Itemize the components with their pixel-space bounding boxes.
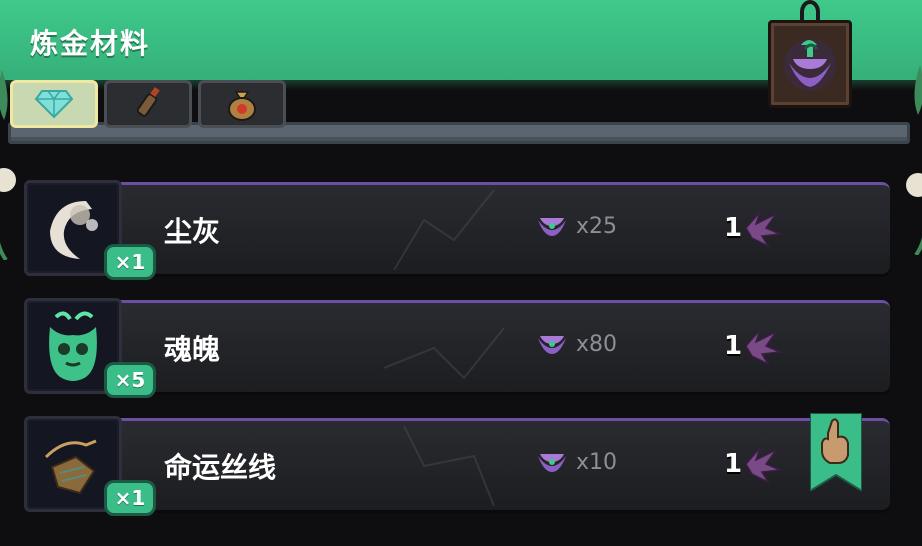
tab-vials[interactable]	[104, 80, 192, 128]
item-name: 命运丝线	[164, 451, 277, 484]
fate-thread-icon	[44, 439, 97, 495]
price-text: x25	[576, 214, 618, 239]
crack-decoration	[393, 190, 495, 270]
price: x10	[536, 450, 617, 475]
money-bag-icon	[228, 91, 256, 121]
thorn-icon	[745, 329, 784, 366]
owned-count: 1	[724, 208, 784, 248]
page-title: 炼金材料	[30, 27, 151, 60]
tab-money[interactable]	[198, 80, 286, 128]
price-text: x80	[576, 332, 618, 357]
pointer-bookmark-icon[interactable]	[810, 413, 862, 491]
soul-icon	[49, 311, 97, 381]
item-name: 魂魄	[164, 333, 221, 366]
dust-icon	[50, 201, 98, 259]
currency-pouch-icon	[538, 453, 566, 472]
owned-count: 1	[724, 444, 784, 484]
currency-pouch-icon	[784, 39, 836, 91]
quantity-badge: ×5	[104, 362, 156, 398]
currency-pouch-icon	[538, 335, 566, 354]
quantity-badge: ×1	[104, 480, 156, 516]
owned-number: 1	[724, 331, 743, 361]
price: x25	[536, 214, 617, 239]
leaf-decoration-right-icon	[906, 65, 922, 255]
crack-decoration	[403, 426, 495, 506]
shop-frame	[768, 20, 852, 108]
tab-gems[interactable]	[10, 80, 98, 128]
owned-count: 1	[724, 326, 784, 366]
item-name: 尘灰	[164, 215, 221, 248]
thorn-icon	[745, 211, 784, 248]
list-item[interactable]: ×1 命运丝线 x10 1	[24, 416, 890, 516]
list-item[interactable]: ×1 尘灰 x25 1	[24, 180, 890, 280]
gem-icon	[34, 90, 74, 119]
quantity-badge: ×1	[104, 244, 156, 280]
crack-decoration	[384, 327, 504, 380]
vial-icon	[136, 87, 160, 117]
shop-badge[interactable]	[768, 0, 852, 108]
price-text: x10	[576, 450, 618, 475]
owned-number: 1	[724, 213, 743, 243]
currency-pouch-icon	[538, 217, 566, 236]
thorn-icon	[745, 447, 784, 484]
list-item[interactable]: ×5 魂魄 x80 1	[24, 298, 890, 398]
owned-number: 1	[724, 449, 743, 479]
price: x80	[536, 332, 617, 357]
